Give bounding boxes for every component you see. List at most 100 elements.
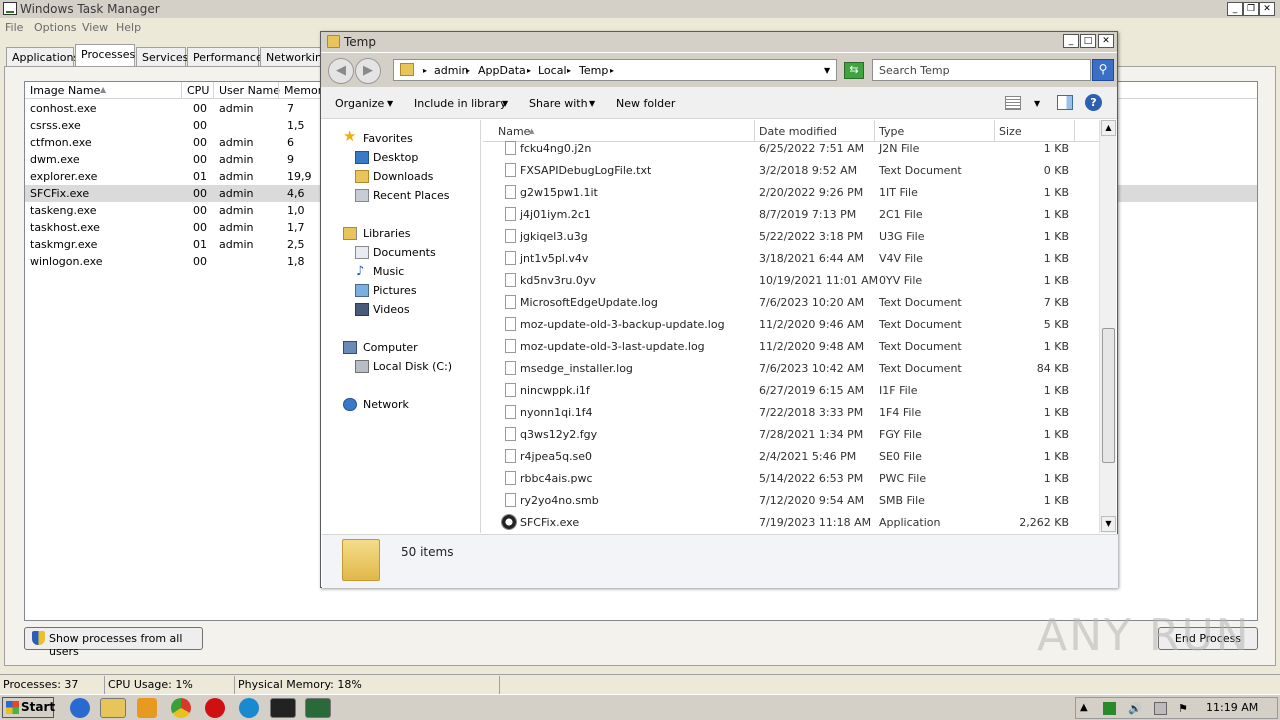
edge-icon[interactable]	[239, 698, 259, 718]
nav-computer[interactable]: Computer	[363, 341, 418, 354]
breadcrumb-separator-icon[interactable]: ▸	[610, 66, 614, 75]
scroll-up-icon[interactable]: ▲	[1101, 120, 1116, 136]
scrollbar-thumb[interactable]	[1102, 328, 1115, 463]
show-all-processes-button[interactable]: Show processes from all users	[24, 627, 203, 658]
media-player-icon[interactable]	[137, 698, 157, 718]
breadcrumb-local[interactable]: Local	[538, 64, 567, 77]
new-folder-button[interactable]: New folder	[616, 97, 675, 110]
nav-documents[interactable]: Documents	[373, 246, 436, 259]
explorer-titlebar[interactable]: Temp _ □ ✕	[321, 32, 1117, 52]
breadcrumb-admin[interactable]: admin	[434, 64, 468, 77]
file-row[interactable]: jgkiqel3.u3g 5/22/2022 3:18 PM U3G File 1 K…	[483, 226, 1099, 248]
nav-recent-places[interactable]: Recent Places	[373, 189, 450, 202]
nav-videos[interactable]: Videos	[373, 303, 410, 316]
organize-button[interactable]: Organize	[335, 97, 384, 110]
start-button[interactable]: Start	[2, 697, 55, 718]
sfcfix-icon[interactable]	[270, 698, 296, 718]
tab-processes[interactable]: Processes	[75, 44, 135, 67]
nav-downloads[interactable]: Downloads	[373, 170, 433, 183]
back-button[interactable]: ◀	[328, 58, 354, 84]
opera-icon[interactable]	[205, 698, 225, 718]
address-bar[interactable]: ▸ admin ▸ AppData ▸ Local ▸ Temp ▸ ▼	[393, 59, 837, 81]
close-button[interactable]: ✕	[1259, 2, 1275, 16]
menu-options[interactable]: Options	[34, 21, 76, 34]
file-row[interactable]: SFCFix.exe 7/19/2023 11:18 AM Application 2…	[483, 512, 1099, 533]
file-row[interactable]: g2w15pw1.1it 2/20/2022 9:26 PM 1IT File 1 K…	[483, 182, 1099, 204]
internet-explorer-icon[interactable]	[70, 698, 90, 718]
nav-favorites[interactable]: Favorites	[363, 132, 413, 145]
nav-music[interactable]: Music	[373, 265, 404, 278]
action-center-icon[interactable]	[1154, 702, 1167, 715]
nav-desktop[interactable]: Desktop	[373, 151, 418, 164]
help-icon[interactable]: ?	[1085, 94, 1102, 111]
flag-icon[interactable]: ⚑	[1178, 702, 1191, 715]
file-row[interactable]: j4j01iym.2c1 8/7/2019 7:13 PM 2C1 File 1 KB	[483, 204, 1099, 226]
minimize-button[interactable]: _	[1227, 2, 1243, 16]
breadcrumb-appdata[interactable]: AppData	[478, 64, 526, 77]
network-status-icon[interactable]	[1103, 702, 1116, 715]
col-date-modified[interactable]: Date modified	[759, 125, 837, 138]
tab-services[interactable]: Services	[136, 47, 188, 66]
col-image-name[interactable]: Image Name	[30, 84, 100, 97]
scroll-down-icon[interactable]: ▼	[1101, 516, 1116, 532]
menu-file[interactable]: File	[5, 21, 23, 34]
file-row[interactable]: ry2yo4no.smb 7/12/2020 9:54 AM SMB File 1 K…	[483, 490, 1099, 512]
tab-networking[interactable]: Networking	[260, 47, 329, 66]
file-row[interactable]: moz-update-old-3-backup-update.log 11/2/2…	[483, 314, 1099, 336]
include-in-library-button[interactable]: Include in library	[414, 97, 506, 110]
nav-network[interactable]: Network	[363, 398, 409, 411]
file-row[interactable]: fcku4ng0.j2n 6/25/2022 7:51 AM J2N File 1 K…	[483, 138, 1099, 160]
nav-libraries[interactable]: Libraries	[363, 227, 411, 240]
file-row[interactable]: q3ws12y2.fgy 7/28/2021 1:34 PM FGY File 1 K…	[483, 424, 1099, 446]
col-size[interactable]: Size	[999, 125, 1022, 138]
file-explorer-icon[interactable]	[100, 698, 126, 718]
breadcrumb-separator-icon[interactable]: ▸	[567, 66, 571, 75]
file-row[interactable]: rbbc4ais.pwc 5/14/2022 6:53 PM PWC File 1 K…	[483, 468, 1099, 490]
file-list[interactable]: Name ▲ Date modified Type Size fcku4ng0.…	[483, 120, 1117, 533]
preview-pane-icon[interactable]	[1057, 95, 1073, 110]
address-dropdown-icon[interactable]: ▼	[824, 66, 830, 75]
file-row[interactable]: r4jpea5q.se0 2/4/2021 5:46 PM SE0 File 1 KB	[483, 446, 1099, 468]
file-row[interactable]: FXSAPIDebugLogFile.txt 3/2/2018 9:52 AM Te…	[483, 160, 1099, 182]
menu-view[interactable]: View	[82, 21, 108, 34]
breadcrumb-separator-icon[interactable]: ▸	[466, 66, 470, 75]
explorer-close-button[interactable]: ✕	[1098, 34, 1114, 48]
view-options-icon[interactable]	[1005, 96, 1021, 110]
file-row[interactable]: moz-update-old-3-last-update.log 11/2/202…	[483, 336, 1099, 358]
chevron-down-icon[interactable]: ▼	[1034, 99, 1040, 108]
menu-help[interactable]: Help	[116, 21, 141, 34]
show-hidden-icons-icon[interactable]: ▲	[1080, 702, 1093, 715]
search-icon[interactable]: ⚲	[1092, 59, 1114, 81]
file-row[interactable]: nincwppk.i1f 6/27/2019 6:15 AM I1F File 1 K…	[483, 380, 1099, 402]
volume-icon[interactable]: 🔊	[1128, 702, 1142, 715]
file-row[interactable]: MicrosoftEdgeUpdate.log 7/6/2023 10:20 AM…	[483, 292, 1099, 314]
nav-pictures[interactable]: Pictures	[373, 284, 417, 297]
file-row[interactable]: msedge_installer.log 7/6/2023 10:42 AM Tex…	[483, 358, 1099, 380]
file-row[interactable]: kd5nv3ru.0yv 10/19/2021 11:01 AM 0YV File 1…	[483, 270, 1099, 292]
breadcrumb-temp[interactable]: Temp	[579, 64, 608, 77]
file-icon	[505, 207, 516, 221]
tab-applications[interactable]: Applications	[6, 47, 79, 66]
clock[interactable]: 11:19 AM	[1206, 701, 1258, 714]
file-row[interactable]: nyonn1qi.1f4 7/22/2018 3:33 PM 1F4 File 1 K…	[483, 402, 1099, 424]
explorer-maximize-button[interactable]: □	[1080, 34, 1096, 48]
file-type: 1IT File	[879, 186, 918, 199]
col-type[interactable]: Type	[879, 125, 904, 138]
share-with-button[interactable]: Share with	[529, 97, 588, 110]
col-cpu[interactable]: CPU	[187, 84, 209, 97]
search-input[interactable]: Search Temp	[872, 59, 1091, 81]
tab-performance[interactable]: Performance	[187, 47, 263, 66]
restore-button[interactable]: ❐	[1243, 2, 1259, 16]
file-row[interactable]: jnt1v5pl.v4v 3/18/2021 6:44 AM V4V File 1 K…	[483, 248, 1099, 270]
explorer-minimize-button[interactable]: _	[1063, 34, 1079, 48]
col-user-name[interactable]: User Name	[219, 84, 280, 97]
breadcrumb-separator-icon[interactable]: ▸	[527, 66, 531, 75]
task-manager-titlebar[interactable]: Windows Task Manager _ ❐ ✕	[0, 0, 1280, 18]
vertical-scrollbar[interactable]: ▲ ▼	[1099, 120, 1116, 533]
refresh-button[interactable]: ⇆	[844, 62, 864, 79]
forward-button[interactable]: ▶	[355, 58, 381, 84]
col-name[interactable]: Name	[498, 125, 530, 138]
nav-local-disk[interactable]: Local Disk (C:)	[373, 360, 452, 373]
chrome-icon[interactable]	[171, 698, 191, 718]
task-manager-icon[interactable]	[305, 698, 331, 718]
